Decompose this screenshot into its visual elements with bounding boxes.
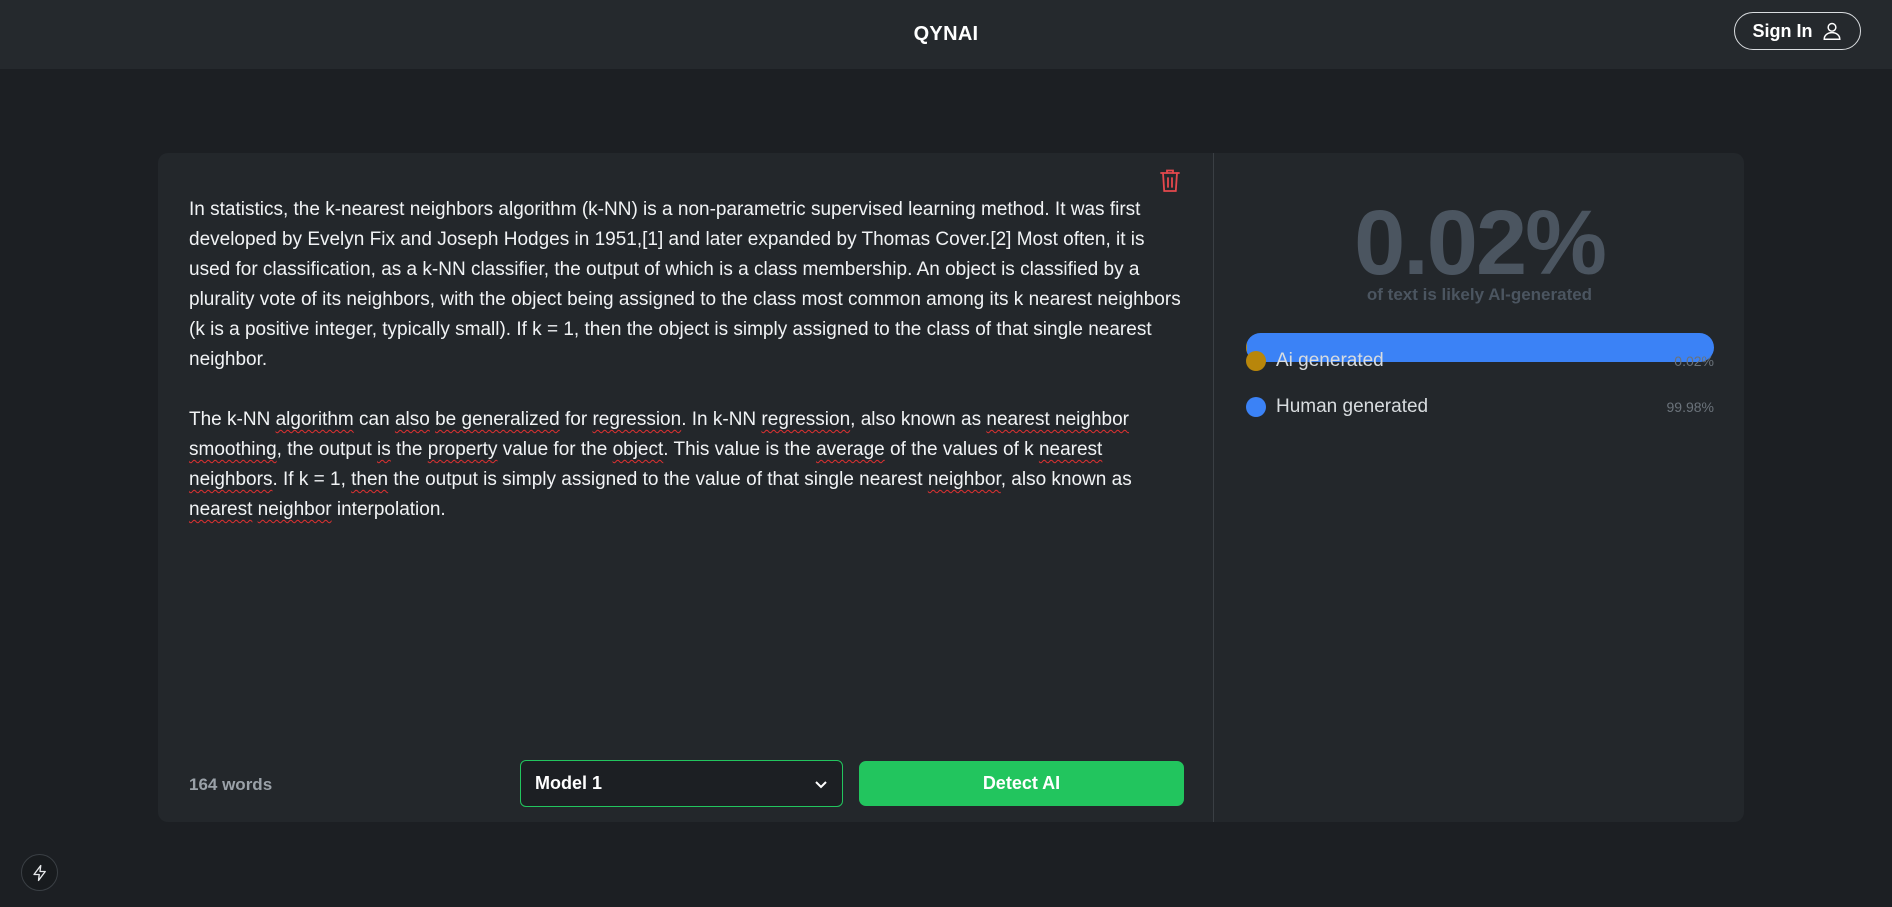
misspelled-word: regression	[592, 409, 682, 430]
text-segment: the	[390, 439, 428, 460]
misspelled-word: be generalized	[435, 409, 560, 430]
text-segment: can	[353, 409, 395, 430]
trash-icon[interactable]	[1158, 167, 1182, 195]
legend-human: Human generated 99.98%	[1246, 394, 1714, 420]
misspelled-word: nearest	[1038, 439, 1103, 460]
misspelled-word: also	[394, 409, 430, 430]
misspelled-word: smoothing	[189, 439, 277, 460]
legend-ai-label: Ai generated	[1276, 350, 1384, 371]
misspelled-word: neighbor	[927, 469, 1001, 490]
legend-ai: Ai generated 0.02%	[1246, 348, 1714, 374]
text-segment: In statistics, the k-nearest neighbors a…	[189, 199, 1181, 370]
legend-human-dot	[1246, 397, 1266, 417]
word-count: 164 words	[189, 775, 273, 794]
sign-in-button[interactable]: Sign In	[1734, 12, 1861, 50]
text-segment: , also known as	[1000, 469, 1132, 490]
misspelled-word: neighbors	[189, 469, 273, 490]
text-segment: , also known as	[850, 409, 987, 430]
misspelled-word: algorithm	[275, 409, 354, 430]
results-panel: 0.02% of text is likely AI-generated Ai …	[1215, 153, 1744, 822]
brand-logo[interactable]: QYNAI	[914, 23, 979, 46]
text-segment: interpolation.	[331, 499, 446, 520]
text-segment: . In k-NN	[681, 409, 762, 430]
detect-ai-button[interactable]: Detect AI	[859, 761, 1184, 806]
quick-action-button[interactable]	[21, 854, 58, 891]
detector-card: In statistics, the k-nearest neighbors a…	[158, 153, 1744, 822]
top-bar: QYNAI Sign In	[0, 0, 1892, 69]
misspelled-word: property	[427, 439, 498, 460]
misspelled-word: nearest neighbor	[986, 409, 1129, 430]
misspelled-word: regression	[761, 409, 851, 430]
ai-percentage-caption: of text is likely AI-generated	[1366, 285, 1593, 304]
model-select-value: Model 1	[535, 773, 603, 793]
misspelled-word: average	[816, 439, 885, 460]
paragraph: In statistics, the k-nearest neighbors a…	[189, 195, 1189, 375]
text-segment: for	[559, 409, 593, 430]
text-segment: . This value is the	[663, 439, 817, 460]
text-segment: the output is simply assigned to the val…	[388, 469, 928, 490]
text-editor-panel: In statistics, the k-nearest neighbors a…	[158, 153, 1214, 822]
text-segment: . If k = 1,	[272, 469, 352, 490]
misspelled-word: object	[612, 439, 664, 460]
chevron-down-icon	[815, 780, 827, 788]
legend-human-label: Human generated	[1276, 396, 1429, 417]
legend-ai-value: 0.02%	[1674, 353, 1714, 369]
misspelled-word: then	[351, 469, 389, 490]
sign-in-label: Sign In	[1752, 20, 1813, 41]
legend-ai-dot	[1246, 351, 1266, 371]
misspelled-word: is	[377, 439, 391, 460]
user-icon	[1822, 22, 1841, 40]
text-input-area[interactable]: In statistics, the k-nearest neighbors a…	[189, 195, 1189, 555]
ai-percentage: 0.02%	[1354, 192, 1607, 294]
misspelled-word: neighbor	[257, 499, 332, 520]
lightning-icon	[32, 864, 46, 881]
paragraph: The k-NN algorithm can also be generaliz…	[189, 405, 1189, 525]
model-select[interactable]: Model 1	[520, 760, 843, 807]
text-segment: The k-NN	[189, 409, 276, 430]
text-segment: , the output	[276, 439, 378, 460]
text-segment: of the values of k	[884, 439, 1039, 460]
misspelled-word: nearest	[189, 499, 253, 520]
legend-human-value: 99.98%	[1666, 399, 1714, 415]
text-segment: value for the	[497, 439, 613, 460]
